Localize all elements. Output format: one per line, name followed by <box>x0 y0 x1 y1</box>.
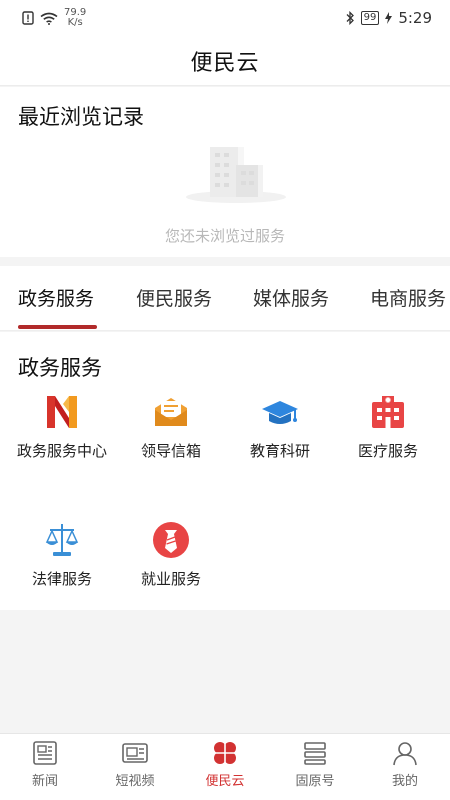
empty-history-text: 您还未浏览过服务 <box>164 227 285 245</box>
bottom-tab-label: 便民云 <box>205 774 245 789</box>
tab-convenience-services[interactable]: 便民服务 <box>136 284 212 311</box>
recent-history-section: 最近浏览记录 您还未浏览过服务 <box>0 87 450 257</box>
status-left: 79.9 K/s <box>22 8 86 28</box>
status-right: 99 5:29 <box>345 9 432 27</box>
bottom-tab-bianmin-cloud[interactable]: 便民云 <box>180 740 270 789</box>
video-icon <box>122 743 148 763</box>
status-bar: 79.9 K/s 99 5:29 <box>0 0 450 36</box>
app-header: 便民云 <box>0 36 450 86</box>
hospital-icon <box>372 396 404 428</box>
service-label: 医疗服务 <box>357 442 418 460</box>
battery-level: 99 <box>360 11 380 25</box>
gov-center-icon <box>47 396 77 428</box>
service-gov-center[interactable]: 政务服务中心 <box>12 392 112 462</box>
tab-gov-services[interactable]: 政务服务 <box>18 284 94 311</box>
bottom-tab-short-video[interactable]: 短视频 <box>90 740 180 789</box>
service-label: 就业服务 <box>140 570 201 588</box>
services-title: 政务服务 <box>18 356 102 380</box>
wifi-icon <box>40 12 58 25</box>
service-label: 政务服务中心 <box>16 442 107 460</box>
bottom-tab-news[interactable]: 新闻 <box>0 740 90 789</box>
service-label: 法律服务 <box>31 570 92 588</box>
service-legal[interactable]: 法律服务 <box>12 520 112 590</box>
service-education[interactable]: 教育科研 <box>230 392 330 462</box>
bottom-tab-bar: 新闻 短视频 便民云 固原号 我的 <box>0 733 450 800</box>
service-label: 教育科研 <box>249 442 310 460</box>
network-speed-unit: K/s <box>67 17 83 28</box>
charging-icon <box>385 12 393 24</box>
bottom-tab-label: 固原号 <box>295 774 335 789</box>
tab-media-services[interactable]: 媒体服务 <box>253 284 329 311</box>
service-medical[interactable]: 医疗服务 <box>338 392 438 462</box>
bluetooth-icon <box>346 11 354 25</box>
bottom-tab-mine[interactable]: 我的 <box>360 740 450 789</box>
mailbox-icon <box>155 398 187 426</box>
service-label: 领导信箱 <box>140 442 201 460</box>
clover-icon <box>214 742 236 764</box>
graduation-cap-icon <box>262 401 298 424</box>
category-tabs: 政务服务 便民服务 媒体服务 电商服务 <box>0 266 450 331</box>
service-employment[interactable]: 就业服务 <box>121 520 221 590</box>
network-speed: 79.9 K/s <box>64 8 86 28</box>
service-leader-mailbox[interactable]: 领导信箱 <box>121 392 221 462</box>
active-tab-indicator <box>18 325 97 329</box>
bottom-tab-label: 我的 <box>391 774 418 789</box>
tab-ecommerce-services[interactable]: 电商服务 <box>370 284 446 311</box>
bottom-tab-label: 短视频 <box>115 774 155 789</box>
bottom-tab-label: 新闻 <box>31 774 58 789</box>
gov-services-section: 政务服务 政务服务中心 领导信箱 教育科研 医疗服务 法律服务 就业服务 <box>0 332 450 610</box>
scales-icon <box>45 524 79 556</box>
notification-icon <box>22 11 34 25</box>
recent-history-title: 最近浏览记录 <box>18 105 144 129</box>
bottom-tab-guyuan[interactable]: 固原号 <box>270 740 360 789</box>
newspaper-icon <box>33 741 57 765</box>
clock: 5:29 <box>398 9 432 27</box>
tie-icon <box>153 522 189 558</box>
person-icon <box>393 742 417 766</box>
page-title: 便民云 <box>190 50 260 76</box>
empty-buildings-icon <box>186 147 286 203</box>
stack-icon <box>304 742 326 765</box>
